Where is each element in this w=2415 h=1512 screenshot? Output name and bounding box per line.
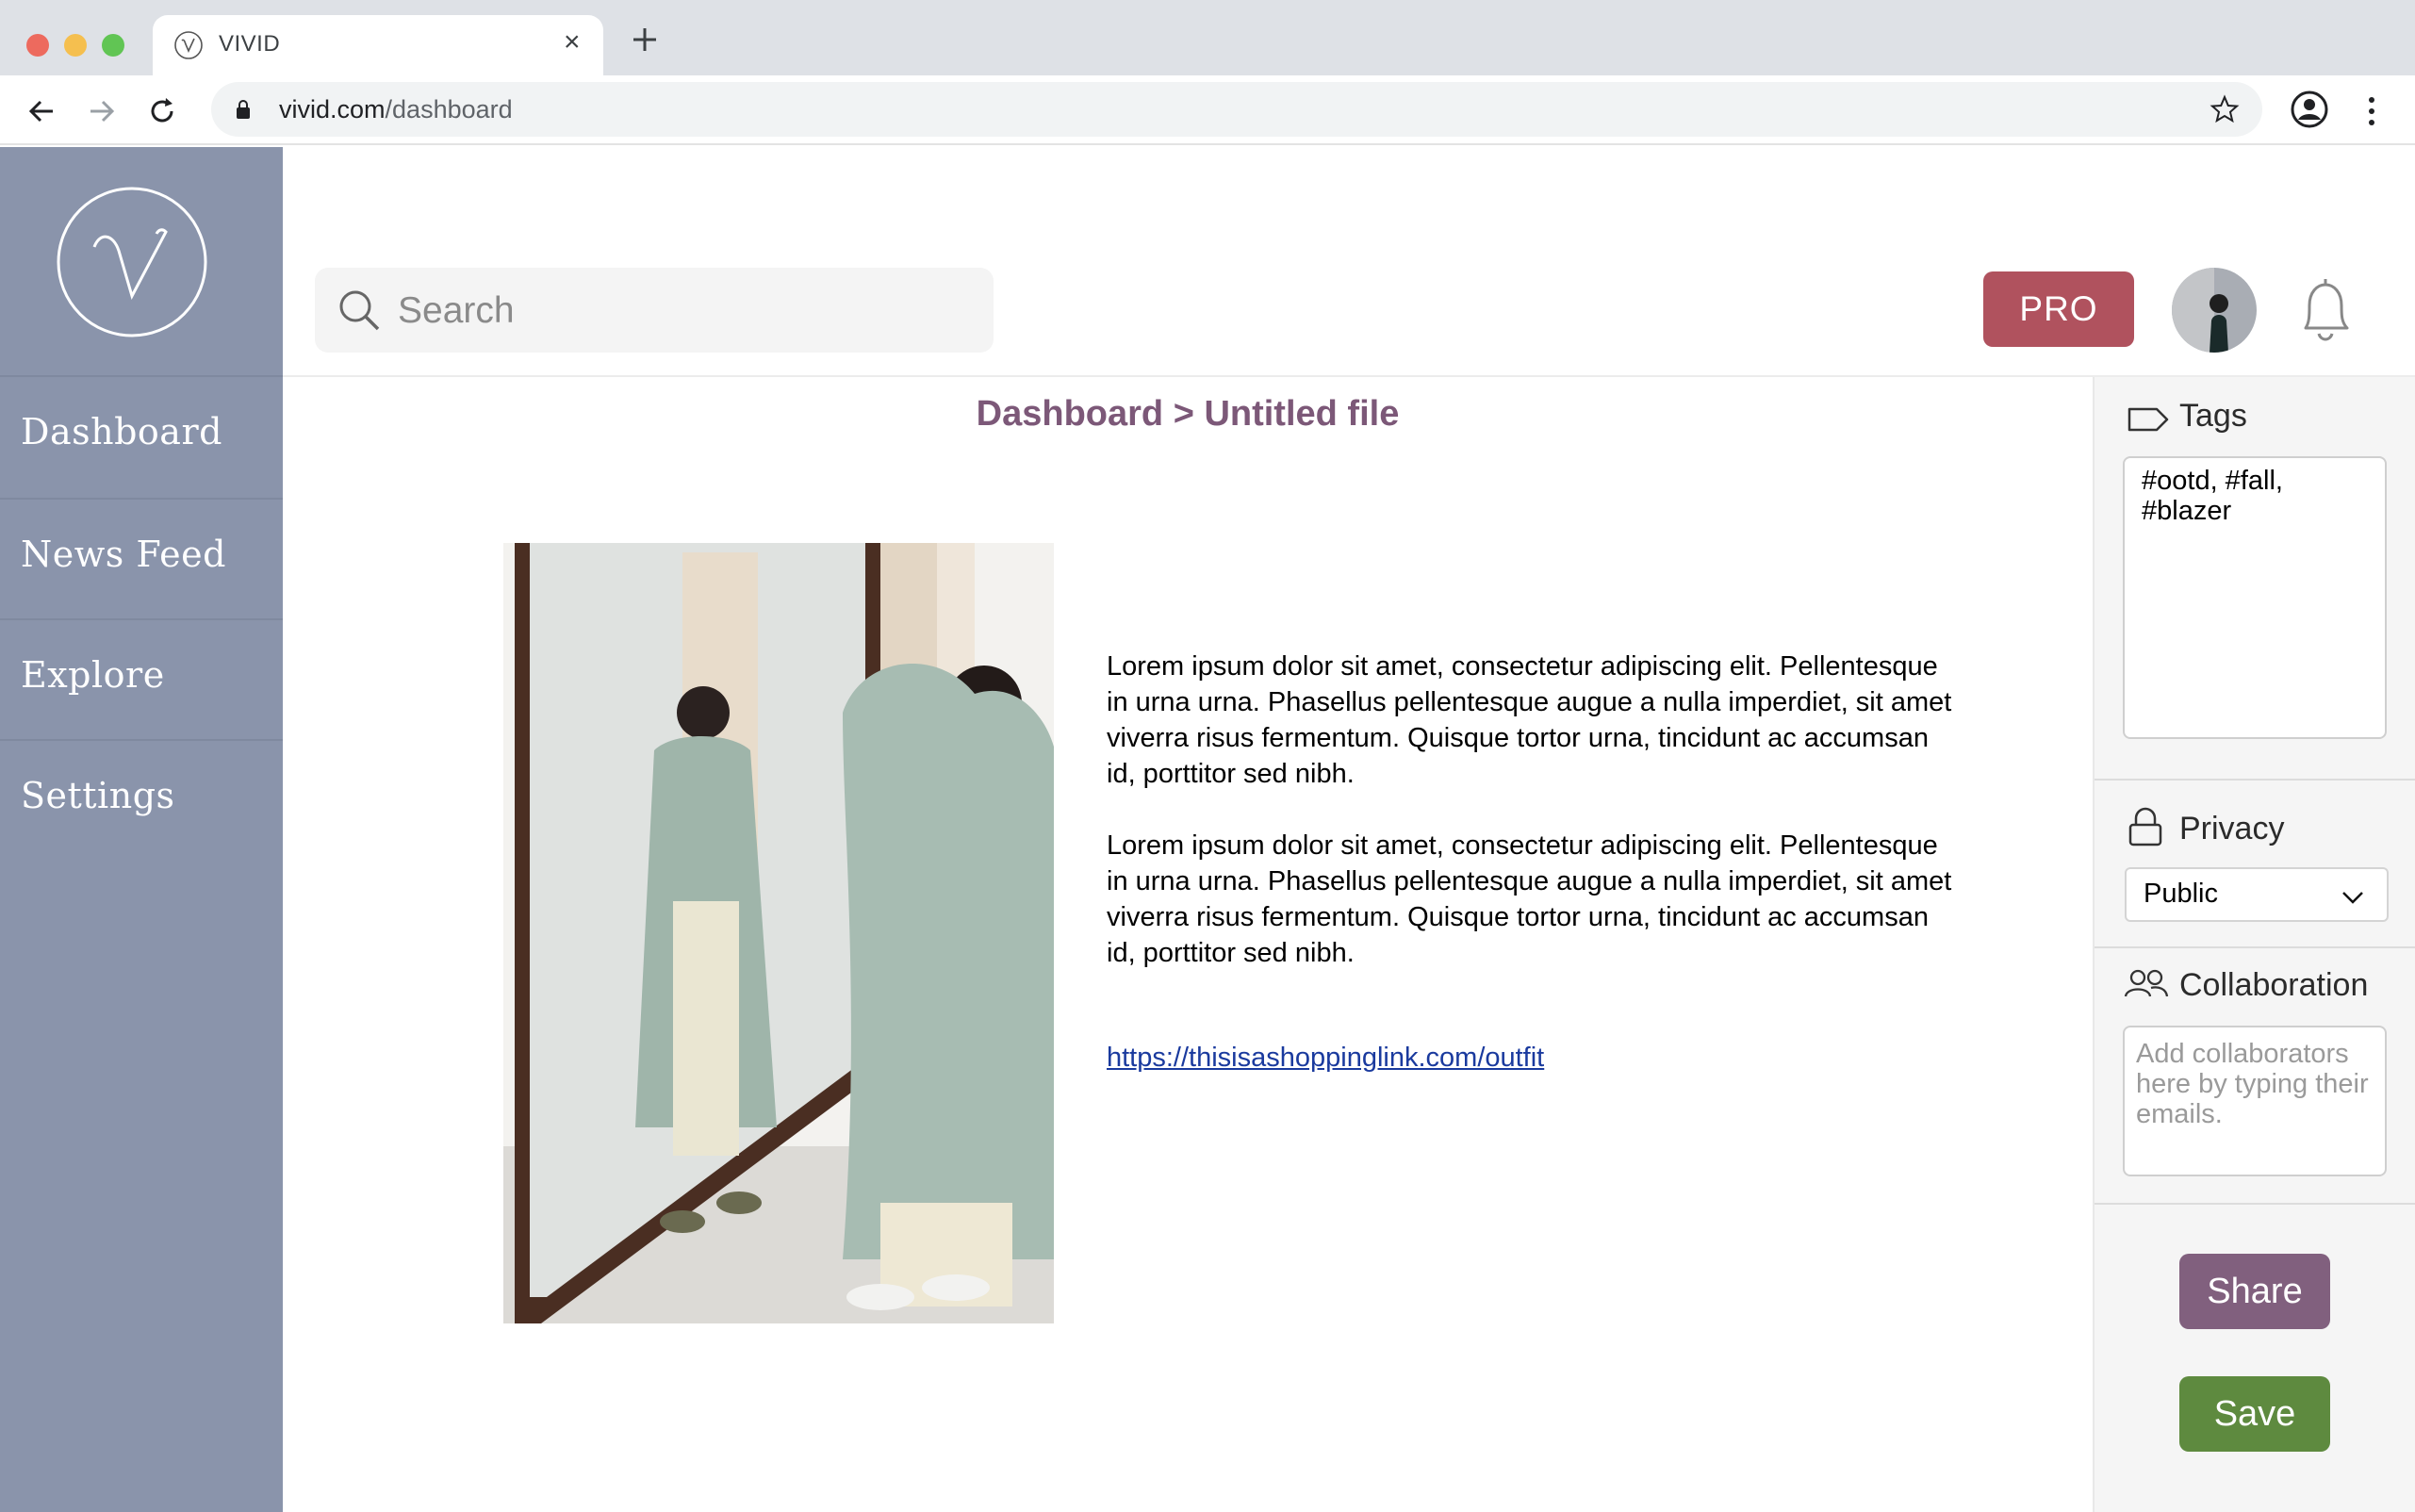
chevron-down-icon	[2342, 892, 2363, 904]
sidebar-item-label: News Feed	[21, 534, 226, 575]
panel-divider	[2095, 1203, 2415, 1205]
description-paragraph: Lorem ipsum dolor sit amet, consectetur …	[1107, 830, 1952, 968]
description-paragraph: Lorem ipsum dolor sit amet, consectetur …	[1107, 651, 1952, 789]
tags-field[interactable]: #ootd, #fall, #blazer	[2123, 456, 2387, 739]
tab-title: VIVID	[219, 31, 281, 57]
bell-icon[interactable]	[2292, 273, 2358, 349]
search-placeholder: Search	[398, 290, 515, 331]
sidebar-item-news-feed[interactable]: News Feed	[0, 498, 283, 620]
privacy-value: Public	[2144, 879, 2218, 909]
search-input[interactable]: Search	[315, 268, 994, 353]
privacy-select[interactable]: Public	[2125, 867, 2389, 922]
sidebar-item-label: Settings	[21, 775, 175, 816]
back-icon[interactable]	[25, 94, 58, 128]
tags-label: Tags	[2179, 398, 2247, 434]
panel-divider	[2095, 946, 2415, 948]
pro-button[interactable]: PRO	[1983, 271, 2134, 347]
window-zoom-dot[interactable]	[102, 34, 124, 57]
shopping-link[interactable]: https://thisisashoppinglink.com/outfit	[1107, 1043, 1544, 1074]
outfit-photo[interactable]	[503, 543, 1054, 1323]
sidebar-item-settings[interactable]: Settings	[0, 739, 283, 862]
details-panel: Tags #ootd, #fall, #blazer Privacy Publi…	[2093, 377, 2415, 1512]
people-icon	[2124, 969, 2169, 997]
sidebar-item-label: Dashboard	[21, 411, 222, 452]
avatar[interactable]	[2172, 268, 2257, 353]
sidebar-item-dashboard[interactable]: Dashboard	[0, 375, 283, 498]
collaboration-label: Collaboration	[2179, 967, 2369, 1003]
collaborators-input[interactable]: Add collaborators here by typing their e…	[2123, 1026, 2387, 1176]
sidebar-item-label: Explore	[21, 654, 165, 696]
lock-icon	[2128, 807, 2162, 846]
star-icon[interactable]	[2210, 94, 2240, 124]
browser-tab[interactable]: VIVID ×	[153, 15, 603, 75]
sidebar-item-explore[interactable]: Explore	[0, 618, 283, 741]
share-button[interactable]: Share	[2179, 1254, 2330, 1329]
url-text: vivid.com/dashboard	[279, 95, 513, 123]
privacy-label: Privacy	[2179, 811, 2285, 846]
profile-icon[interactable]	[2291, 90, 2328, 128]
lock-icon	[237, 100, 250, 119]
vivid-favicon-icon	[174, 31, 203, 59]
window-close-dot[interactable]	[26, 34, 49, 57]
plus-icon[interactable]	[630, 25, 660, 55]
address-bar[interactable]: vivid.com/dashboard	[211, 82, 2262, 137]
reload-icon[interactable]	[145, 94, 179, 128]
browser-toolbar: vivid.com/dashboard	[0, 75, 2415, 145]
browser-tabstrip: VIVID ×	[0, 0, 2415, 75]
sidebar: Dashboard News Feed Explore Settings	[0, 147, 283, 1512]
forward-icon[interactable]	[85, 94, 119, 128]
tag-icon	[2128, 407, 2169, 432]
save-button[interactable]: Save	[2179, 1376, 2330, 1452]
breadcrumb: Dashboard > Untitled file	[976, 394, 1400, 434]
v-monogram-logo[interactable]	[55, 185, 209, 339]
close-icon[interactable]: ×	[564, 28, 581, 57]
window-minimize-dot[interactable]	[64, 34, 87, 57]
search-icon	[339, 290, 380, 331]
panel-divider	[2095, 779, 2415, 781]
kebab-icon[interactable]	[2364, 94, 2379, 128]
